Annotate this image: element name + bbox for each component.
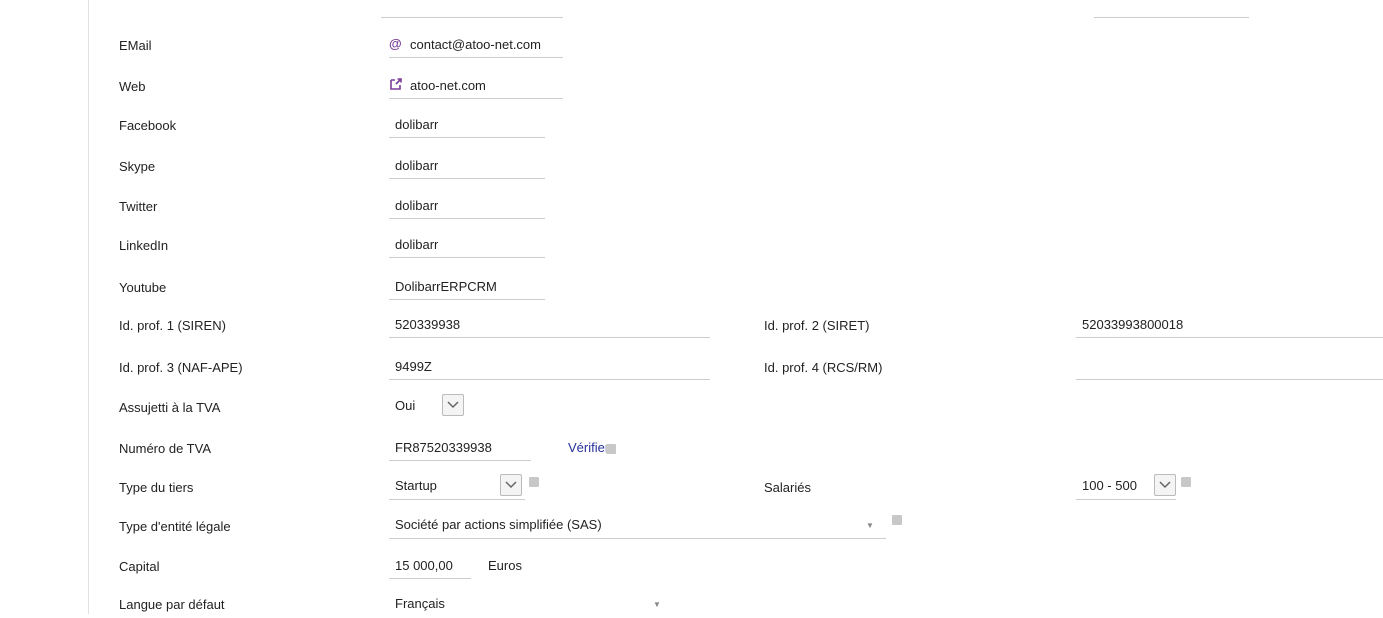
capital-label: Capital xyxy=(119,559,160,574)
web-field[interactable]: atoo-net.com xyxy=(389,73,563,99)
caret-down-icon[interactable]: ▼ xyxy=(866,521,874,530)
at-icon: @ xyxy=(389,36,402,51)
thirdparty-type-select[interactable]: Startup xyxy=(389,472,525,500)
help-icon[interactable] xyxy=(606,444,616,454)
thirdparty-type-value: Startup xyxy=(395,478,437,493)
help-icon[interactable] xyxy=(1181,477,1191,487)
thirdparty-type-label: Type du tiers xyxy=(119,480,194,495)
language-value: Français xyxy=(395,596,445,611)
external-link-icon[interactable] xyxy=(389,77,403,94)
idprof4-label: Id. prof. 4 (RCS/RM) xyxy=(764,360,883,375)
help-icon[interactable] xyxy=(892,515,902,525)
idprof1-field[interactable]: 520339938 xyxy=(389,312,710,338)
youtube-label: Youtube xyxy=(119,280,167,295)
facebook-value: dolibarr xyxy=(395,117,439,132)
email-field[interactable]: @ contact@atoo-net.com xyxy=(389,32,563,58)
twitter-label: Twitter xyxy=(119,199,158,214)
vat-number-field[interactable]: FR87520339938 xyxy=(389,435,531,461)
idprof2-field[interactable]: 52033993800018 xyxy=(1076,312,1383,338)
skype-label: Skype xyxy=(119,159,156,174)
youtube-value: DolibarrERPCRM xyxy=(395,279,497,294)
employees-select[interactable]: 100 - 500 xyxy=(1076,472,1176,500)
previous-field-underline-right xyxy=(1094,17,1249,18)
vat-subject-label: Assujetti à la TVA xyxy=(119,400,221,415)
facebook-field[interactable]: dolibarr xyxy=(389,112,545,138)
email-label: EMail xyxy=(119,38,152,53)
email-value: contact@atoo-net.com xyxy=(410,37,541,52)
verify-vat-link[interactable]: Vérifier xyxy=(568,440,609,456)
chevron-down-icon[interactable] xyxy=(442,394,464,416)
vat-number-label: Numéro de TVA xyxy=(119,441,212,456)
idprof3-field[interactable]: 9499Z xyxy=(389,354,710,380)
idprof4-field[interactable] xyxy=(1076,354,1383,380)
skype-value: dolibarr xyxy=(395,158,439,173)
chevron-down-icon[interactable] xyxy=(500,474,522,496)
chevron-down-icon[interactable] xyxy=(1154,474,1176,496)
linkedin-value: dolibarr xyxy=(395,237,439,252)
previous-field-underline xyxy=(381,17,563,18)
youtube-field[interactable]: DolibarrERPCRM xyxy=(389,274,545,300)
facebook-label: Facebook xyxy=(119,118,177,133)
skype-field[interactable]: dolibarr xyxy=(389,153,545,179)
web-value: atoo-net.com xyxy=(410,78,486,93)
idprof1-value: 520339938 xyxy=(395,317,461,332)
help-icon[interactable] xyxy=(529,477,539,487)
legal-form-select[interactable]: Société par actions simplifiée (SAS) ▼ xyxy=(389,511,886,539)
employees-value: 100 - 500 xyxy=(1082,478,1137,493)
caret-down-icon[interactable]: ▼ xyxy=(653,600,661,609)
idprof3-label: Id. prof. 3 (NAF-APE) xyxy=(119,360,243,375)
vat-subject-value: Oui xyxy=(395,398,416,413)
legal-form-label: Type d'entité légale xyxy=(119,519,231,534)
linkedin-field[interactable]: dolibarr xyxy=(389,232,545,258)
capital-value: 15 000,00 xyxy=(395,558,453,573)
web-label: Web xyxy=(119,79,146,94)
idprof2-value: 52033993800018 xyxy=(1082,317,1184,332)
legal-form-value: Société par actions simplifiée (SAS) xyxy=(395,517,602,532)
left-sidebar xyxy=(0,0,89,614)
linkedin-label: LinkedIn xyxy=(119,238,169,253)
twitter-field[interactable]: dolibarr xyxy=(389,193,545,219)
twitter-value: dolibarr xyxy=(395,198,439,213)
idprof3-value: 9499Z xyxy=(395,359,432,374)
vat-number-value: FR87520339938 xyxy=(395,440,492,455)
capital-currency: Euros xyxy=(488,558,522,573)
idprof2-label: Id. prof. 2 (SIRET) xyxy=(764,318,870,333)
employees-label: Salariés xyxy=(764,480,811,495)
idprof1-label: Id. prof. 1 (SIREN) xyxy=(119,318,226,333)
vat-subject-select[interactable]: Oui xyxy=(389,392,469,420)
capital-field[interactable]: 15 000,00 xyxy=(389,553,471,579)
language-label: Langue par défaut xyxy=(119,597,225,612)
